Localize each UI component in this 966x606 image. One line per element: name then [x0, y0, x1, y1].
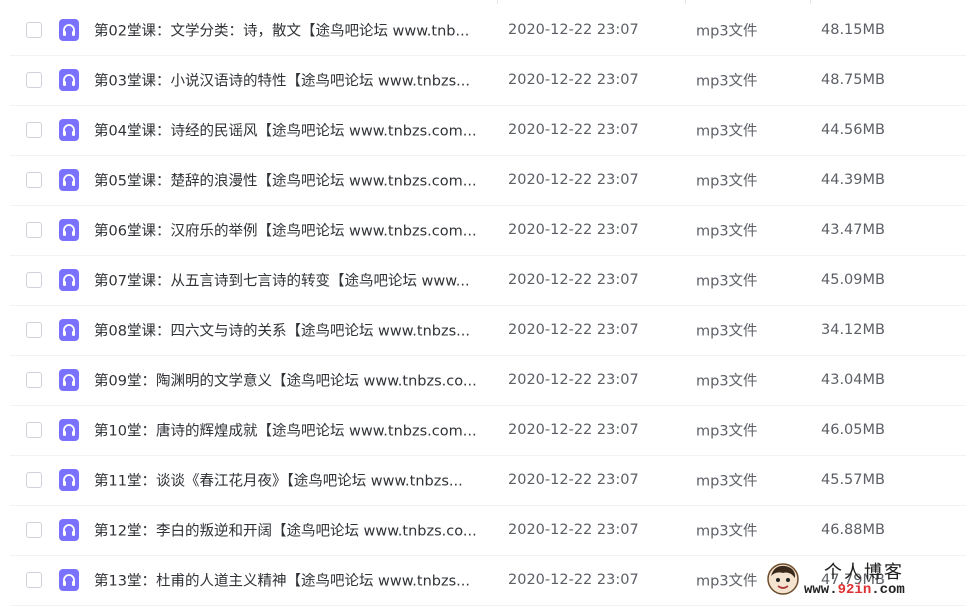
file-size: 48.15MB	[821, 22, 885, 38]
file-modified-date: 2020-12-22 23:07	[508, 272, 639, 288]
audio-file-icon	[59, 469, 79, 491]
file-row[interactable]: 第12堂：李白的叛逆和开阔【途鸟吧论坛 www.tnbzs.co... 2020-…	[0, 505, 966, 555]
watermark-title: 个人博客	[824, 558, 904, 584]
watermark-url-accent: 92in	[838, 582, 872, 598]
audio-file-icon	[59, 569, 79, 591]
file-type: mp3文件	[696, 420, 758, 441]
file-size: 45.09MB	[821, 272, 885, 288]
watermark: 个人博客 www.92in.com	[766, 558, 956, 602]
column-divider	[497, 0, 498, 4]
file-modified-date: 2020-12-22 23:07	[508, 172, 639, 188]
audio-file-icon	[59, 369, 79, 391]
file-name[interactable]: 第13堂：杜甫的人道主义精神【途鸟吧论坛 www.tnbzs...	[94, 570, 486, 591]
watermark-url-suffix: .com	[871, 582, 905, 598]
row-checkbox[interactable]	[26, 222, 42, 238]
audio-file-icon	[59, 19, 79, 41]
row-checkbox[interactable]	[26, 272, 42, 288]
file-modified-date: 2020-12-22 23:07	[508, 22, 639, 38]
file-modified-date: 2020-12-22 23:07	[508, 472, 639, 488]
file-row[interactable]: 第02堂课：文学分类：诗，散文【途鸟吧论坛 www.tnb... 2020-12-…	[0, 5, 966, 55]
row-checkbox[interactable]	[26, 422, 42, 438]
row-checkbox[interactable]	[26, 472, 42, 488]
file-size: 34.12MB	[821, 322, 885, 338]
file-type: mp3文件	[696, 520, 758, 541]
file-name[interactable]: 第06堂课：汉府乐的举例【途鸟吧论坛 www.tnbzs.com...	[94, 220, 486, 241]
file-row[interactable]: 第06堂课：汉府乐的举例【途鸟吧论坛 www.tnbzs.com... 2020-…	[0, 205, 966, 255]
file-name[interactable]: 第03堂课：小说汉语诗的特性【途鸟吧论坛 www.tnbzs...	[94, 70, 486, 91]
row-checkbox[interactable]	[26, 322, 42, 338]
row-checkbox[interactable]	[26, 172, 42, 188]
file-modified-date: 2020-12-22 23:07	[508, 72, 639, 88]
file-list: 第02堂课：文学分类：诗，散文【途鸟吧论坛 www.tnb... 2020-12-…	[0, 0, 966, 604]
file-type: mp3文件	[696, 370, 758, 391]
row-checkbox[interactable]	[26, 22, 42, 38]
file-type: mp3文件	[696, 120, 758, 141]
file-type: mp3文件	[696, 320, 758, 341]
file-modified-date: 2020-12-22 23:07	[508, 322, 639, 338]
watermark-url-prefix: www.	[804, 582, 838, 598]
file-row[interactable]: 第04堂课：诗经的民谣风【途鸟吧论坛 www.tnbzs.com... 2020-…	[0, 105, 966, 155]
file-name[interactable]: 第04堂课：诗经的民谣风【途鸟吧论坛 www.tnbzs.com...	[94, 120, 486, 141]
row-checkbox[interactable]	[26, 572, 42, 588]
column-divider	[810, 0, 811, 4]
file-name[interactable]: 第12堂：李白的叛逆和开阔【途鸟吧论坛 www.tnbzs.co...	[94, 520, 486, 541]
file-name[interactable]: 第08堂课：四六文与诗的关系【途鸟吧论坛 www.tnbzs...	[94, 320, 486, 341]
file-name[interactable]: 第07堂课：从五言诗到七言诗的转变【途鸟吧论坛 www...	[94, 270, 486, 291]
file-size: 48.75MB	[821, 72, 885, 88]
file-modified-date: 2020-12-22 23:07	[508, 522, 639, 538]
file-row[interactable]: 第08堂课：四六文与诗的关系【途鸟吧论坛 www.tnbzs... 2020-12…	[0, 305, 966, 355]
file-size: 46.05MB	[821, 422, 885, 438]
file-row[interactable]: 第07堂课：从五言诗到七言诗的转变【途鸟吧论坛 www... 2020-12-22…	[0, 255, 966, 305]
file-row[interactable]: 第11堂：谈谈《春江花月夜》【途鸟吧论坛 www.tnbzs... 2020-12…	[0, 455, 966, 505]
audio-file-icon	[59, 419, 79, 441]
file-row[interactable]: 第10堂：唐诗的辉煌成就【途鸟吧论坛 www.tnbzs.com... 2020-…	[0, 405, 966, 455]
file-size: 43.04MB	[821, 372, 885, 388]
file-size: 43.47MB	[821, 222, 885, 238]
file-row[interactable]: 第09堂：陶渊明的文学意义【途鸟吧论坛 www.tnbzs.co... 2020-…	[0, 355, 966, 405]
file-type: mp3文件	[696, 270, 758, 291]
file-size: 44.39MB	[821, 172, 885, 188]
row-checkbox[interactable]	[26, 122, 42, 138]
audio-file-icon	[59, 519, 79, 541]
watermark-url[interactable]: www.92in.com	[804, 582, 905, 598]
file-name[interactable]: 第11堂：谈谈《春江花月夜》【途鸟吧论坛 www.tnbzs...	[94, 470, 486, 491]
column-divider	[685, 0, 686, 4]
file-modified-date: 2020-12-22 23:07	[508, 122, 639, 138]
file-name[interactable]: 第09堂：陶渊明的文学意义【途鸟吧论坛 www.tnbzs.co...	[94, 370, 486, 391]
file-modified-date: 2020-12-22 23:07	[508, 422, 639, 438]
audio-file-icon	[59, 219, 79, 241]
file-size: 46.88MB	[821, 522, 885, 538]
file-size: 45.57MB	[821, 472, 885, 488]
file-modified-date: 2020-12-22 23:07	[508, 572, 639, 588]
file-type: mp3文件	[696, 570, 758, 591]
file-type: mp3文件	[696, 170, 758, 191]
audio-file-icon	[59, 119, 79, 141]
row-checkbox[interactable]	[26, 372, 42, 388]
watermark-avatar-icon	[766, 562, 800, 596]
audio-file-icon	[59, 269, 79, 291]
file-type: mp3文件	[696, 20, 758, 41]
file-name[interactable]: 第10堂：唐诗的辉煌成就【途鸟吧论坛 www.tnbzs.com...	[94, 420, 486, 441]
audio-file-icon	[59, 169, 79, 191]
row-checkbox[interactable]	[26, 522, 42, 538]
file-type: mp3文件	[696, 220, 758, 241]
file-type: mp3文件	[696, 70, 758, 91]
audio-file-icon	[59, 69, 79, 91]
row-checkbox[interactable]	[26, 72, 42, 88]
file-row[interactable]: 第03堂课：小说汉语诗的特性【途鸟吧论坛 www.tnbzs... 2020-12…	[0, 55, 966, 105]
file-modified-date: 2020-12-22 23:07	[508, 222, 639, 238]
audio-file-icon	[59, 319, 79, 341]
file-name[interactable]: 第02堂课：文学分类：诗，散文【途鸟吧论坛 www.tnb...	[94, 20, 486, 41]
file-name[interactable]: 第05堂课：楚辞的浪漫性【途鸟吧论坛 www.tnbzs.com...	[94, 170, 486, 191]
file-type: mp3文件	[696, 470, 758, 491]
file-size: 44.56MB	[821, 122, 885, 138]
file-modified-date: 2020-12-22 23:07	[508, 372, 639, 388]
file-row[interactable]: 第05堂课：楚辞的浪漫性【途鸟吧论坛 www.tnbzs.com... 2020-…	[0, 155, 966, 205]
